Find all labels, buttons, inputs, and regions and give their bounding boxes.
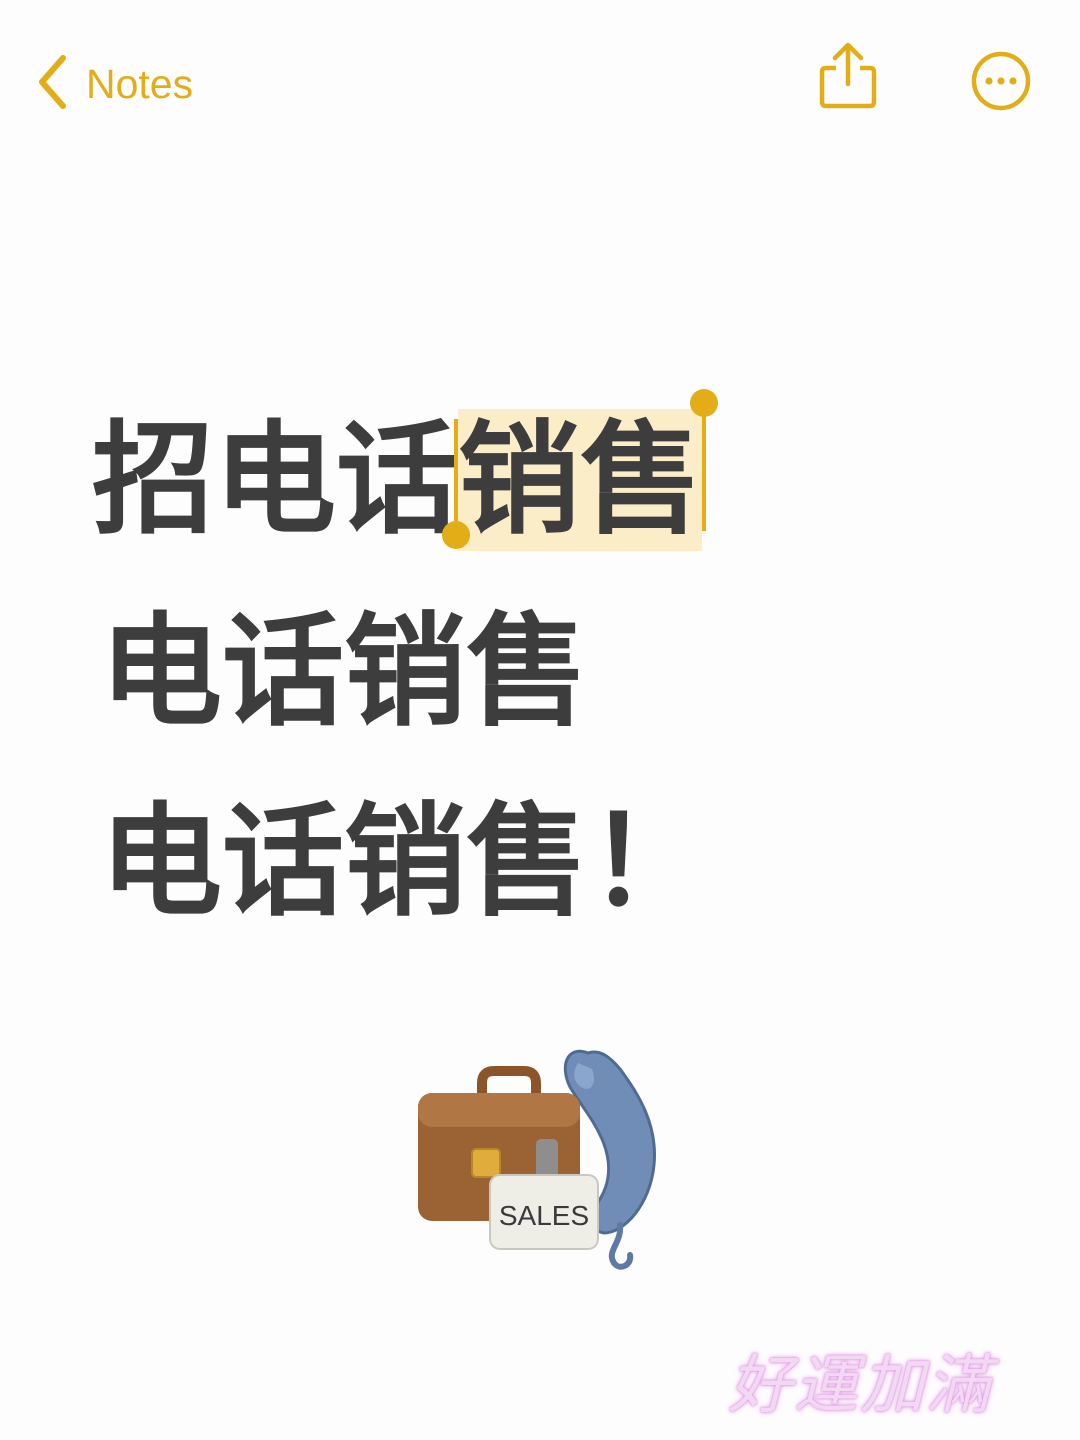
- sales-illustration: SALES: [410, 1035, 670, 1275]
- sales-sign-text: SALES: [499, 1200, 589, 1231]
- selection-start-handle[interactable]: [442, 419, 470, 549]
- navigation-bar: Notes: [0, 0, 1080, 170]
- selected-text[interactable]: 销售: [442, 389, 718, 551]
- back-button[interactable]: Notes: [36, 52, 193, 116]
- note-line-1[interactable]: 招电话 销售: [92, 389, 718, 551]
- more-options-button[interactable]: [970, 50, 1032, 112]
- line-1-prefix: 招电话: [92, 409, 458, 551]
- note-line-2[interactable]: 电话销售: [100, 602, 588, 742]
- selected-text-label: 销售: [458, 409, 702, 551]
- back-label: Notes: [86, 60, 194, 107]
- selection-end-handle[interactable]: [690, 389, 718, 531]
- watermark-text: 好運加滿: [728, 1349, 992, 1423]
- share-icon: [819, 42, 877, 109]
- chevron-left-icon: [36, 54, 68, 114]
- share-button[interactable]: [814, 40, 882, 112]
- note-line-3[interactable]: 电话销售！: [100, 792, 710, 932]
- more-icon: [971, 51, 1031, 111]
